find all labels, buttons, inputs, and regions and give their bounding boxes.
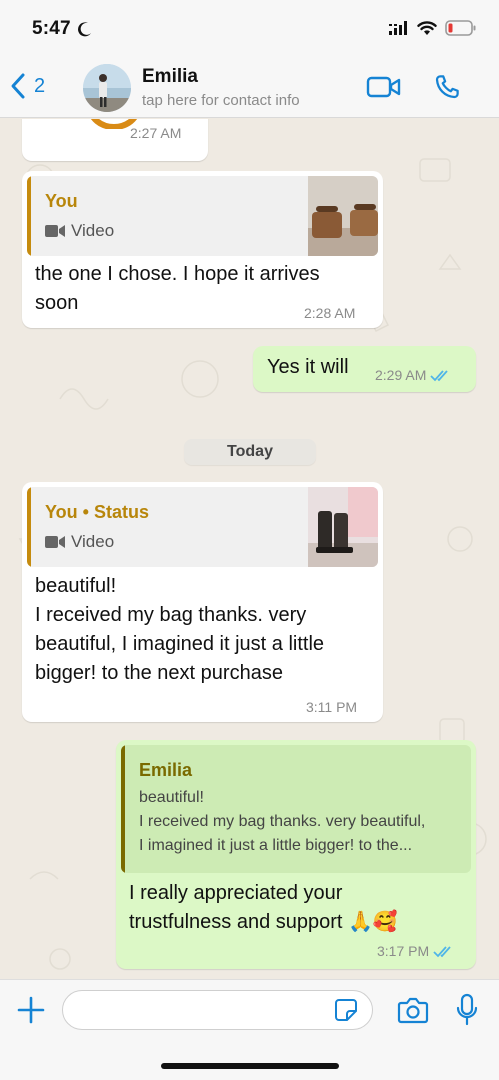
quote-text: beautiful! <box>139 789 204 806</box>
message-text: beautiful, I imagined it just a little <box>35 633 325 655</box>
double-check-icon <box>433 946 451 958</box>
quote-media-label: Video <box>45 221 114 241</box>
quote-accent-bar <box>27 487 31 567</box>
camera-icon[interactable] <box>397 996 429 1024</box>
double-check-icon <box>430 370 449 382</box>
message-text: I received my bag thanks. very <box>35 604 307 626</box>
avatar[interactable] <box>83 64 131 112</box>
quoted-message[interactable]: You • Status Video <box>27 487 378 567</box>
wifi-icon <box>417 20 437 35</box>
unread-count: 2 <box>34 74 46 97</box>
message-time: 2:28 AM <box>304 305 356 321</box>
message-bubble-outgoing[interactable]: Yes it will 2:29 AM <box>253 346 476 392</box>
battery-low-icon <box>445 20 476 36</box>
plus-icon[interactable] <box>16 995 46 1025</box>
message-time-text: 3:17 PM <box>377 943 430 959</box>
moon-icon <box>78 22 91 37</box>
chat-header: 2 Emilia tap here for contact info <box>0 58 499 118</box>
microphone-icon[interactable] <box>455 993 479 1027</box>
status-bar: 5:47 <box>0 0 499 58</box>
quote-text: I imagined it just a little bigger! to t… <box>139 837 413 854</box>
message-text: Yes it will <box>267 356 349 378</box>
message-time-text: 2:29 AM <box>375 367 427 383</box>
message-bubble-incoming[interactable]: 2:27 AM <box>22 119 208 161</box>
message-time: 3:17 PM <box>377 943 455 959</box>
status-thumbnail <box>308 487 378 567</box>
contact-subtitle[interactable]: tap here for contact info <box>142 92 300 109</box>
message-text: bigger! to the next purchase <box>35 662 283 684</box>
message-bubble-incoming[interactable]: You • Status Video beautiful! I received… <box>22 482 383 722</box>
video-icon <box>45 225 65 237</box>
quote-accent-bar <box>121 745 125 873</box>
quote-author: You • Status <box>45 502 149 522</box>
message-text: beautiful! <box>35 575 117 597</box>
sticker-icon[interactable] <box>334 998 358 1022</box>
message-time: 3:11 PM <box>306 699 358 715</box>
status-time: 5:47 <box>32 18 71 39</box>
message-time: 2:27 AM <box>130 125 182 141</box>
date-separator: Today <box>184 439 316 465</box>
signal-icon <box>389 21 407 35</box>
home-indicator <box>161 1063 339 1069</box>
avatar-photo <box>83 64 131 112</box>
quote-media-text: Video <box>71 532 115 551</box>
quote-author: Emilia <box>139 760 193 780</box>
quote-media-text: Video <box>71 221 115 240</box>
quote-media-label: Video <box>45 532 114 552</box>
chat-area[interactable]: 2:27 AM You Video the one I chose. I hop… <box>0 119 499 979</box>
message-text: I really appreciated your <box>129 882 343 904</box>
back-button[interactable]: 2 <box>10 72 45 100</box>
message-bubble-outgoing[interactable]: Emilia beautiful! I received my bag than… <box>116 740 476 969</box>
video-thumbnail <box>308 176 378 256</box>
message-text: the one I chose. I hope it arrives <box>35 263 320 285</box>
quoted-message[interactable]: Emilia beautiful! I received my bag than… <box>121 745 471 873</box>
message-time: 2:29 AM <box>375 367 452 383</box>
message-input[interactable] <box>62 990 373 1030</box>
quoted-message[interactable]: You Video <box>27 176 378 256</box>
video-icon <box>45 536 65 548</box>
contact-name[interactable]: Emilia <box>142 66 198 88</box>
quote-text: I received my bag thanks. very beautiful… <box>139 813 426 830</box>
phone-icon[interactable] <box>432 72 462 102</box>
message-bubble-incoming[interactable]: You Video the one I chose. I hope it arr… <box>22 171 383 328</box>
quote-author: You <box>45 191 78 211</box>
message-text: trustfulness and support 🙏🥰 <box>129 911 398 933</box>
quote-accent-bar <box>27 176 31 256</box>
chevron-left-icon <box>11 73 25 99</box>
composer-bar <box>0 979 499 1080</box>
message-text: soon <box>35 292 79 314</box>
video-call-icon[interactable] <box>366 75 402 99</box>
